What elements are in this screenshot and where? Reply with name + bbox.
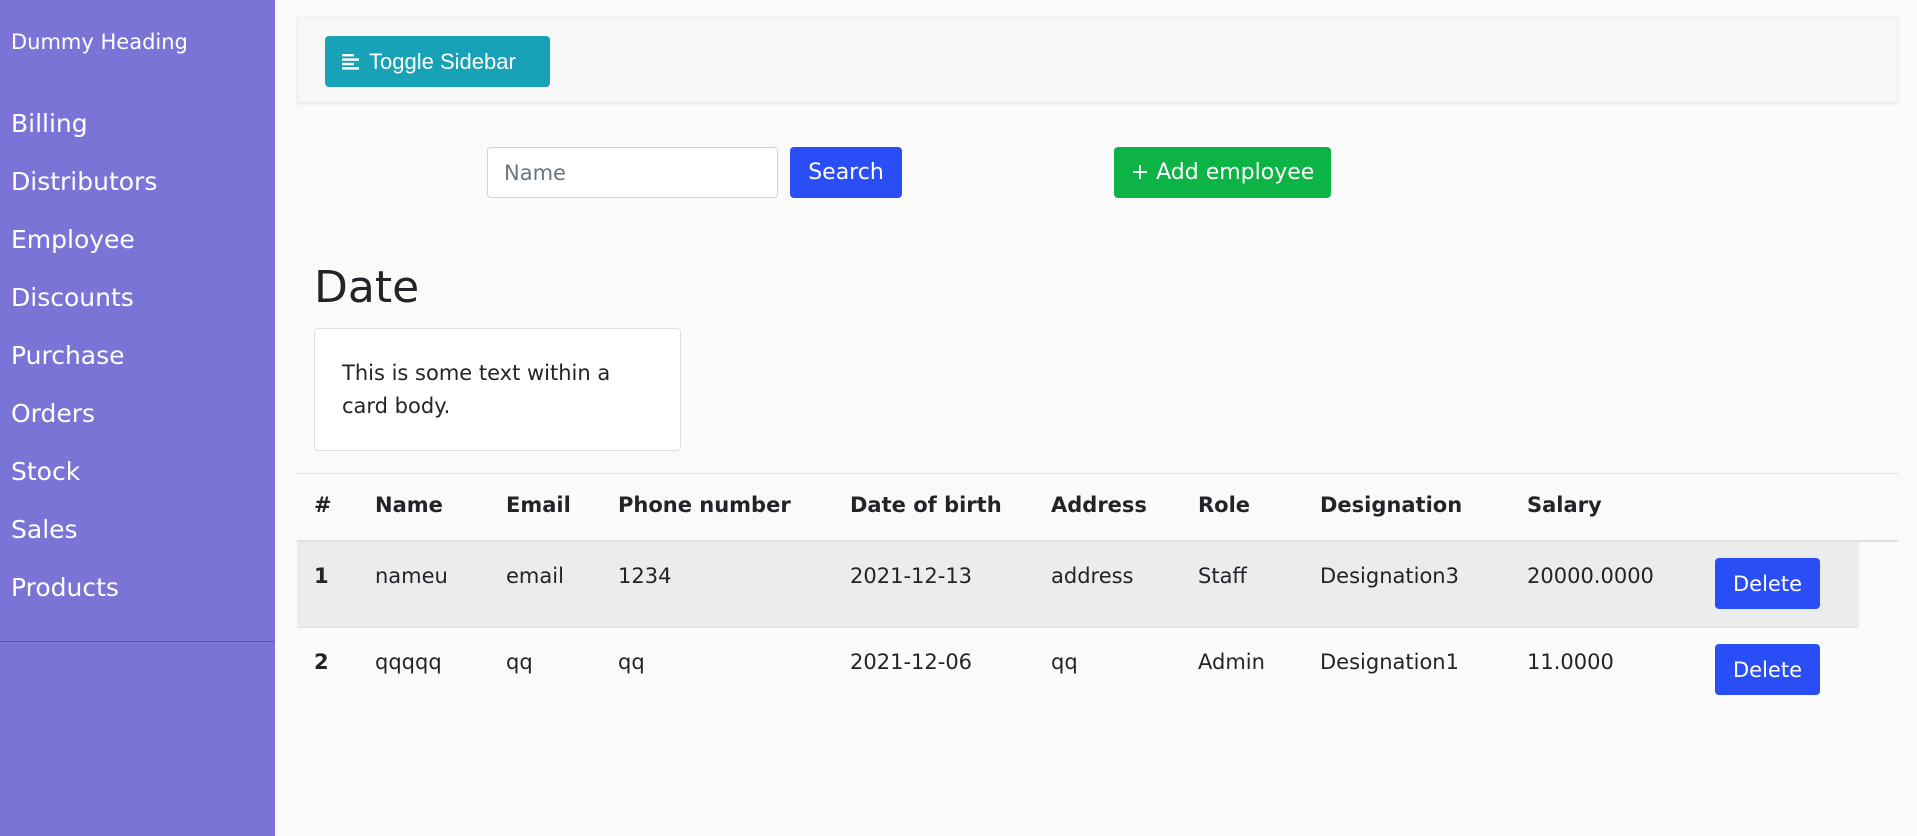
column-header-index: # bbox=[314, 493, 332, 517]
cell-email: email bbox=[506, 564, 564, 588]
sidebar-item-orders[interactable]: Orders bbox=[0, 390, 275, 448]
sidebar-nav: Billing Distributors Employee Discounts … bbox=[0, 100, 275, 622]
column-header-address: Address bbox=[1051, 493, 1147, 517]
cell-name: nameu bbox=[375, 564, 448, 588]
section-title: Date bbox=[314, 262, 420, 313]
table-row: 2 qqqqq qq qq 2021-12-06 qq Admin Design… bbox=[297, 628, 1859, 714]
cell-index: 2 bbox=[314, 650, 329, 674]
add-employee-button[interactable]: + Add employee bbox=[1114, 147, 1331, 198]
sidebar-item-employee[interactable]: Employee bbox=[0, 216, 275, 274]
sidebar-item-stock[interactable]: Stock bbox=[0, 448, 275, 506]
cell-designation: Designation3 bbox=[1320, 564, 1459, 588]
info-card: This is some text within a card body. bbox=[314, 328, 681, 451]
column-header-role: Role bbox=[1198, 493, 1251, 517]
cell-email: qq bbox=[506, 650, 533, 674]
sidebar-divider bbox=[0, 641, 275, 642]
cell-salary: 20000.0000 bbox=[1527, 564, 1654, 588]
cell-address: qq bbox=[1051, 650, 1078, 674]
cell-designation: Designation1 bbox=[1320, 650, 1459, 674]
cell-role: Admin bbox=[1198, 650, 1265, 674]
card-text: This is some text within a card body. bbox=[342, 361, 611, 418]
column-header-dob: Date of birth bbox=[850, 493, 1002, 517]
column-header-email: Email bbox=[506, 493, 571, 517]
search-button[interactable]: Search bbox=[790, 147, 902, 198]
column-header-designation: Designation bbox=[1320, 493, 1463, 517]
delete-button[interactable]: Delete bbox=[1715, 558, 1820, 609]
cell-role: Staff bbox=[1198, 564, 1247, 588]
cell-dob: 2021-12-06 bbox=[850, 650, 973, 674]
column-header-phone: Phone number bbox=[618, 493, 791, 517]
sidebar-item-billing[interactable]: Billing bbox=[0, 100, 275, 158]
cell-name: qqqqq bbox=[375, 650, 442, 674]
cell-dob: 2021-12-13 bbox=[850, 564, 973, 588]
cell-index: 1 bbox=[314, 564, 329, 588]
cell-address: address bbox=[1051, 564, 1134, 588]
toggle-sidebar-button[interactable]: Toggle Sidebar bbox=[325, 36, 550, 87]
align-left-icon bbox=[341, 52, 361, 72]
delete-button[interactable]: Delete bbox=[1715, 644, 1820, 695]
cell-phone: 1234 bbox=[618, 564, 672, 588]
table-header: # Name Email Phone number Date of birth … bbox=[297, 473, 1898, 540]
sidebar-item-distributors[interactable]: Distributors bbox=[0, 158, 275, 216]
sidebar-item-products[interactable]: Products bbox=[0, 564, 275, 622]
sidebar: Dummy Heading Billing Distributors Emplo… bbox=[0, 0, 275, 836]
top-navbar: Toggle Sidebar bbox=[297, 17, 1898, 103]
cell-salary: 11.0000 bbox=[1527, 650, 1614, 674]
table-row: 1 nameu email 1234 2021-12-13 address St… bbox=[297, 542, 1859, 628]
column-header-salary: Salary bbox=[1527, 493, 1602, 517]
toggle-sidebar-label: Toggle Sidebar bbox=[369, 48, 516, 74]
cell-phone: qq bbox=[618, 650, 645, 674]
sidebar-heading: Dummy Heading bbox=[11, 30, 188, 54]
column-header-name: Name bbox=[375, 493, 443, 517]
sidebar-item-discounts[interactable]: Discounts bbox=[0, 274, 275, 332]
sidebar-item-sales[interactable]: Sales bbox=[0, 506, 275, 564]
name-search-input[interactable] bbox=[487, 147, 778, 198]
sidebar-item-purchase[interactable]: Purchase bbox=[0, 332, 275, 390]
